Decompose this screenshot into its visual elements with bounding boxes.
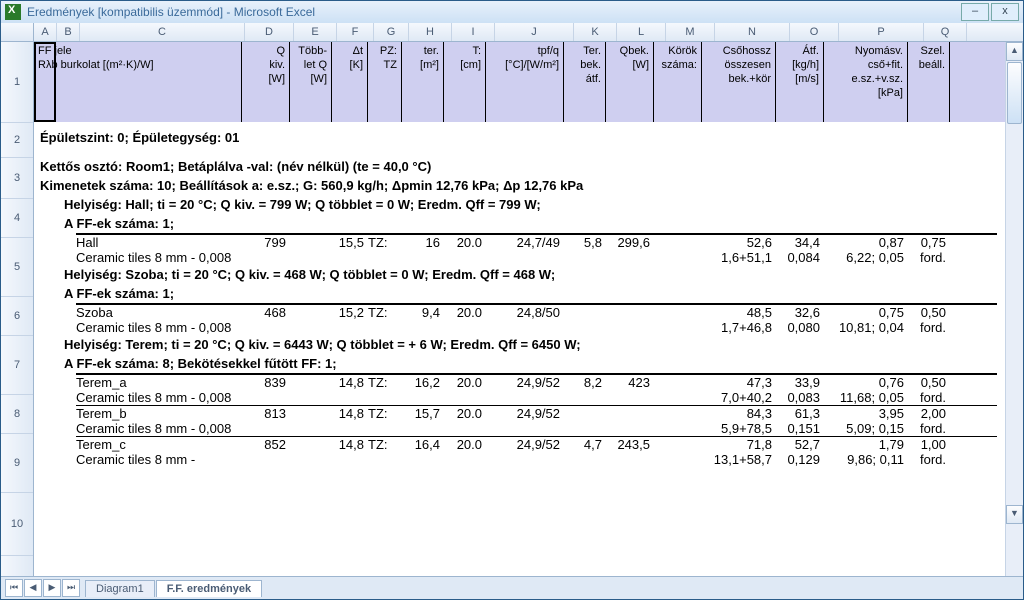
sheet-tabs: ⏮ ◀ ▶ ⏭ Diagram1 F.F. eredmények <box>1 576 1023 599</box>
text-line: Helyiség: Terem; ti = 20 °C; Q kiv. = 64… <box>34 335 1005 354</box>
data-row-sub: Ceramic tiles 8 mm - 0,0085,9+78,50,1515… <box>34 421 1005 436</box>
header-cell: Átf. [kg/h] [m/s] <box>776 42 824 122</box>
text-line: A FF-ek száma: 1; <box>34 214 1005 233</box>
scroll-thumb[interactable] <box>1007 62 1022 124</box>
col-header-L[interactable]: L <box>617 23 666 41</box>
text-line: Kimenetek száma: 10; Beállítások a: e.sz… <box>34 176 1005 195</box>
col-header-C[interactable]: C <box>80 23 245 41</box>
text-line: Kettős osztó: Room1; Betáplálva -val: (n… <box>34 157 1005 176</box>
header-cell: T: [cm] <box>444 42 486 122</box>
col-header-N[interactable]: N <box>715 23 790 41</box>
header-cell: Nyomásv. cső+fit. e.sz.+v.sz. [kPa] <box>824 42 908 122</box>
col-header-F[interactable]: F <box>337 23 374 41</box>
col-header-A[interactable]: A <box>34 23 57 41</box>
data-row-sub: Ceramic tiles 8 mm - 0,0087,0+40,20,0831… <box>34 390 1005 405</box>
header-cell: Δt [K] <box>332 42 368 122</box>
scroll-up-button[interactable]: ▲ <box>1006 42 1023 61</box>
titlebar: Eredmények [kompatibilis üzemmód] - Micr… <box>1 1 1023 23</box>
col-header-M[interactable]: M <box>666 23 715 41</box>
header-cell: Csőhossz összesen bek.+kör <box>702 42 776 122</box>
header-cell: Ter. bek. átf. <box>564 42 606 122</box>
col-header-K[interactable]: K <box>574 23 617 41</box>
tab-nav-last[interactable]: ⏭ <box>62 579 80 597</box>
row-header[interactable]: 8 <box>1 395 33 434</box>
col-header-I[interactable]: I <box>452 23 495 41</box>
header-cell: ter. [m²] <box>402 42 444 122</box>
data-row: Terem_b81314,8TZ:15,720.024,9/5284,361,3… <box>34 406 1005 421</box>
data-row: Terem_a83914,8TZ:16,220.024,9/528,242347… <box>34 375 1005 390</box>
header-cell: Q kiv. [W] <box>242 42 290 122</box>
excel-icon <box>5 4 21 20</box>
row-header[interactable]: 6 <box>1 297 33 336</box>
window-title: Eredmények [kompatibilis üzemmód] - Micr… <box>27 5 315 19</box>
col-header-B[interactable]: B <box>57 23 80 41</box>
tab-ff-eredmenyek[interactable]: F.F. eredmények <box>156 580 262 597</box>
col-header-H[interactable]: H <box>409 23 452 41</box>
text-line: A FF-ek száma: 1; <box>34 284 1005 303</box>
scroll-down-button[interactable]: ▼ <box>1006 505 1023 524</box>
data-row: Szoba46815,2TZ:9,420.024,8/5048,532,60,7… <box>34 305 1005 320</box>
header-cell: Körök száma: <box>654 42 702 122</box>
row-header[interactable]: 4 <box>1 199 33 238</box>
row-headers: 12345678910 <box>1 42 34 576</box>
text-line: Épületszint: 0; Épületegység: 01 <box>34 128 1005 147</box>
col-header-Q[interactable]: Q <box>924 23 967 41</box>
tab-diagram1[interactable]: Diagram1 <box>85 580 155 597</box>
col-header-J[interactable]: J <box>495 23 574 41</box>
header-cell: Qbek. [W] <box>606 42 654 122</box>
worksheet-grid[interactable]: FF jele Rλb burkolat [(m²·K)/W]Q kiv. [W… <box>34 42 1005 576</box>
col-header-O[interactable]: O <box>790 23 839 41</box>
header-cell: PZ: TZ <box>368 42 402 122</box>
tab-nav-first[interactable]: ⏮ <box>5 579 23 597</box>
data-row-sub: Ceramic tiles 8 mm - 0,0081,6+51,10,0846… <box>34 250 1005 265</box>
column-headers: ABCDEFGHIJKLMNOPQ <box>1 23 1023 42</box>
col-header-G[interactable]: G <box>374 23 409 41</box>
row-header[interactable]: 3 <box>1 158 33 199</box>
text-line: A FF-ek száma: 8; Bekötésekkel fűtött FF… <box>34 354 1005 373</box>
data-row: Hall79915,5TZ:1620.024,7/495,8299,652,63… <box>34 235 1005 250</box>
header-cell: Több- let Q [W] <box>290 42 332 122</box>
header-cell: Szel. beáll. <box>908 42 950 122</box>
text-line: Helyiség: Hall; ti = 20 °C; Q kiv. = 799… <box>34 195 1005 214</box>
tab-nav-next[interactable]: ▶ <box>43 579 61 597</box>
header-cell: FF jele Rλb burkolat [(m²·K)/W] <box>34 42 242 122</box>
tab-nav-prev[interactable]: ◀ <box>24 579 42 597</box>
table-header-row: FF jele Rλb burkolat [(m²·K)/W]Q kiv. [W… <box>34 42 1005 122</box>
excel-window: Eredmények [kompatibilis üzemmód] - Micr… <box>0 0 1024 600</box>
close-button[interactable]: x <box>991 3 1019 21</box>
data-row-sub: Ceramic tiles 8 mm -13,1+58,70,1299,86; … <box>34 452 1005 467</box>
row-header[interactable]: 7 <box>1 336 33 395</box>
vertical-scrollbar[interactable]: ▲ ▼ <box>1005 42 1023 576</box>
header-cell: tpf/q [°C]/[W/m²] <box>486 42 564 122</box>
minimize-button[interactable]: – <box>961 3 989 21</box>
col-header-E[interactable]: E <box>294 23 337 41</box>
col-header-D[interactable]: D <box>245 23 294 41</box>
text-line: Helyiség: Szoba; ti = 20 °C; Q kiv. = 46… <box>34 265 1005 284</box>
row-header[interactable]: 10 <box>1 493 33 556</box>
data-row-sub: Ceramic tiles 8 mm - 0,0081,7+46,80,0801… <box>34 320 1005 335</box>
row-header[interactable]: 9 <box>1 434 33 493</box>
select-all-cell[interactable] <box>1 23 34 41</box>
row-header[interactable]: 2 <box>1 123 33 158</box>
row-header[interactable]: 1 <box>1 42 33 123</box>
data-row: Terem_c85214,8TZ:16,420.024,9/524,7243,5… <box>34 437 1005 452</box>
row-header[interactable]: 5 <box>1 238 33 297</box>
col-header-P[interactable]: P <box>839 23 924 41</box>
